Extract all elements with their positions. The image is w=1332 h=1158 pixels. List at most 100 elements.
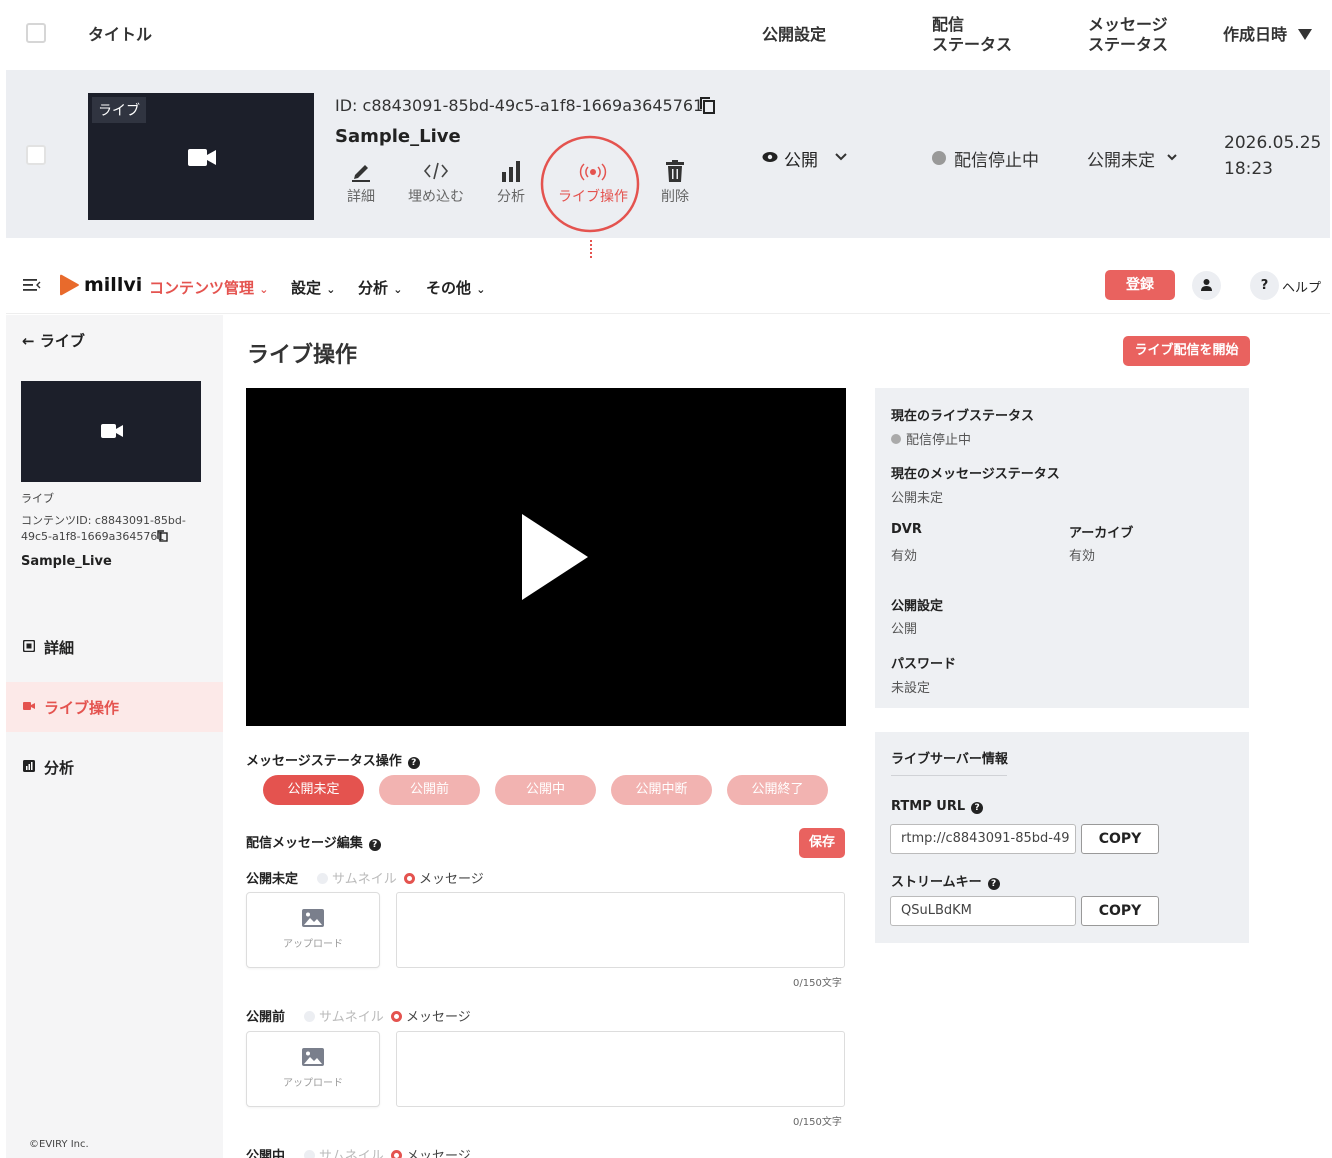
video-camera-icon bbox=[188, 149, 216, 166]
live-status-panel: 現在のライブステータス 配信停止中 現在のメッセージステータス 公開未定 DVR… bbox=[875, 388, 1249, 708]
trash-icon bbox=[666, 160, 684, 182]
millvi-logo-icon bbox=[60, 274, 79, 296]
image-icon bbox=[302, 1048, 324, 1066]
row-thumbnail[interactable]: ライブ bbox=[88, 93, 314, 220]
copy-stream-key-button[interactable]: COPY bbox=[1081, 896, 1159, 926]
save-button[interactable]: 保存 bbox=[799, 828, 845, 858]
sidebar-item-label: ライブ操作 bbox=[44, 699, 120, 717]
row-date: 2026.05.25 bbox=[1224, 133, 1322, 153]
embed-action[interactable]: 埋め込む bbox=[405, 160, 467, 206]
help-icon[interactable]: ? bbox=[1250, 271, 1279, 300]
password-value: 未設定 bbox=[891, 681, 931, 696]
block-label: 公開未定 bbox=[246, 872, 299, 887]
avatar[interactable] bbox=[1192, 271, 1221, 300]
embed-action-label: 埋め込む bbox=[408, 189, 464, 205]
pill-before-publish[interactable]: 公開前 bbox=[379, 775, 480, 805]
nav-analytics[interactable]: 分析 ⌄ bbox=[358, 277, 402, 298]
analytics-icon bbox=[23, 760, 35, 772]
radio-message[interactable]: メッセージ bbox=[404, 868, 484, 887]
nav-settings[interactable]: 設定 ⌄ bbox=[291, 277, 335, 298]
upload-button[interactable]: アップロード bbox=[246, 1031, 380, 1107]
row-checkbox[interactable] bbox=[26, 145, 46, 165]
menu-collapse-icon[interactable] bbox=[23, 278, 41, 292]
radio-thumbnail[interactable]: サムネイル bbox=[317, 868, 397, 887]
rtmp-url-field[interactable]: rtmp://c8843091-85bd-49 bbox=[890, 824, 1076, 854]
column-visibility[interactable]: 公開設定 bbox=[762, 25, 826, 45]
video-camera-icon bbox=[23, 702, 35, 710]
back-link[interactable]: ← ライブ bbox=[22, 330, 85, 351]
analytics-action[interactable]: 分析 bbox=[491, 160, 531, 206]
content-list-header: タイトル 公開設定 配信 ステータス メッセージ ステータス 作成日時 bbox=[0, 0, 1332, 70]
code-icon bbox=[423, 162, 449, 180]
sidebar-content-type: ライブ bbox=[21, 492, 54, 505]
upload-button[interactable]: アップロード bbox=[246, 892, 380, 968]
message-status-value: 公開未定 bbox=[891, 491, 944, 506]
live-server-panel: ライブサーバー情報 RTMP URL? rtmp://c8843091-85bd… bbox=[875, 732, 1249, 943]
password-label: パスワード bbox=[891, 657, 957, 672]
live-status-value: 配信停止中 bbox=[891, 429, 971, 448]
column-message-status[interactable]: メッセージ ステータス bbox=[1088, 15, 1168, 55]
sort-desc-icon[interactable] bbox=[1298, 29, 1312, 40]
radio-message[interactable]: メッセージ bbox=[391, 1006, 471, 1025]
image-icon bbox=[302, 909, 324, 927]
block-label: 公開中 bbox=[246, 1149, 286, 1158]
delete-action[interactable]: 削除 bbox=[655, 160, 695, 206]
server-panel-title: ライブサーバー情報 bbox=[891, 752, 1008, 767]
sidebar-item-analytics[interactable]: 分析 bbox=[6, 742, 223, 792]
sidebar-item-live-operation[interactable]: ライブ操作 bbox=[6, 682, 223, 732]
row-content-name[interactable]: Sample_Live bbox=[335, 126, 461, 147]
radio-message[interactable]: メッセージ bbox=[391, 1145, 471, 1158]
chevron-down-icon[interactable] bbox=[1167, 154, 1177, 161]
stream-key-label: ストリームキー? bbox=[891, 871, 1000, 890]
row-visibility[interactable]: 公開 bbox=[784, 146, 818, 171]
pill-publish-ended[interactable]: 公開終了 bbox=[727, 775, 828, 805]
archive-value: 有効 bbox=[1069, 549, 1096, 564]
help-link[interactable]: ヘルプ bbox=[1282, 277, 1321, 296]
copy-rtmp-button[interactable]: COPY bbox=[1081, 824, 1159, 854]
message-textarea[interactable] bbox=[396, 892, 845, 968]
detail-action[interactable]: 詳細 bbox=[341, 160, 381, 206]
visibility-label: 公開設定 bbox=[891, 599, 944, 614]
radio-thumbnail[interactable]: サムネイル bbox=[304, 1145, 384, 1158]
chevron-down-icon[interactable] bbox=[835, 153, 847, 161]
stream-key-field[interactable]: QSuLBdKM bbox=[890, 896, 1076, 926]
delete-action-label: 削除 bbox=[661, 189, 689, 205]
detail-icon bbox=[23, 640, 35, 652]
help-icon[interactable]: ? bbox=[971, 802, 984, 814]
message-textarea[interactable] bbox=[396, 1031, 845, 1107]
pill-unpublished-tbd[interactable]: 公開未定 bbox=[263, 775, 364, 805]
radio-thumbnail[interactable]: サムネイル bbox=[304, 1006, 384, 1025]
detail-action-label: 詳細 bbox=[347, 189, 375, 205]
pill-publish-paused[interactable]: 公開中断 bbox=[611, 775, 712, 805]
video-camera-icon bbox=[101, 424, 123, 438]
video-player[interactable] bbox=[246, 388, 846, 726]
row-stream-status: 配信停止中 bbox=[954, 151, 1039, 171]
select-all-checkbox[interactable] bbox=[26, 23, 46, 43]
live-status-label: 現在のライブステータス bbox=[891, 409, 1035, 424]
copy-icon[interactable] bbox=[700, 97, 715, 114]
copy-icon[interactable] bbox=[157, 530, 168, 542]
message-ops-label: メッセージステータス操作? bbox=[246, 750, 420, 769]
sidebar-item-label: 詳細 bbox=[44, 639, 75, 657]
nav-other[interactable]: その他 ⌄ bbox=[426, 277, 485, 298]
pill-publishing[interactable]: 公開中 bbox=[495, 775, 596, 805]
help-icon[interactable]: ? bbox=[368, 839, 381, 851]
play-icon[interactable] bbox=[522, 514, 588, 600]
column-stream-status[interactable]: 配信 ステータス bbox=[932, 15, 1012, 55]
dvr-label: DVR bbox=[891, 522, 922, 537]
sidebar-content-name: Sample_Live bbox=[21, 554, 112, 569]
row-message-status[interactable]: 公開未定 bbox=[1087, 146, 1155, 171]
nav-content-management[interactable]: コンテンツ管理 ⌄ bbox=[149, 277, 268, 298]
help-icon[interactable]: ? bbox=[987, 878, 1000, 890]
status-dot bbox=[891, 434, 901, 444]
column-created[interactable]: 作成日時 bbox=[1223, 25, 1287, 45]
sidebar-thumbnail bbox=[21, 381, 201, 482]
brand-logo[interactable]: millvi bbox=[84, 274, 142, 296]
register-button[interactable]: 登録 bbox=[1105, 270, 1175, 300]
sidebar-item-detail[interactable]: 詳細 bbox=[6, 622, 223, 672]
help-icon[interactable]: ? bbox=[407, 757, 420, 769]
start-live-button[interactable]: ライブ配信を開始 bbox=[1123, 336, 1250, 366]
column-title[interactable]: タイトル bbox=[88, 25, 152, 45]
char-count: 0/150文字 bbox=[793, 978, 842, 989]
analytics-action-label: 分析 bbox=[497, 189, 525, 205]
